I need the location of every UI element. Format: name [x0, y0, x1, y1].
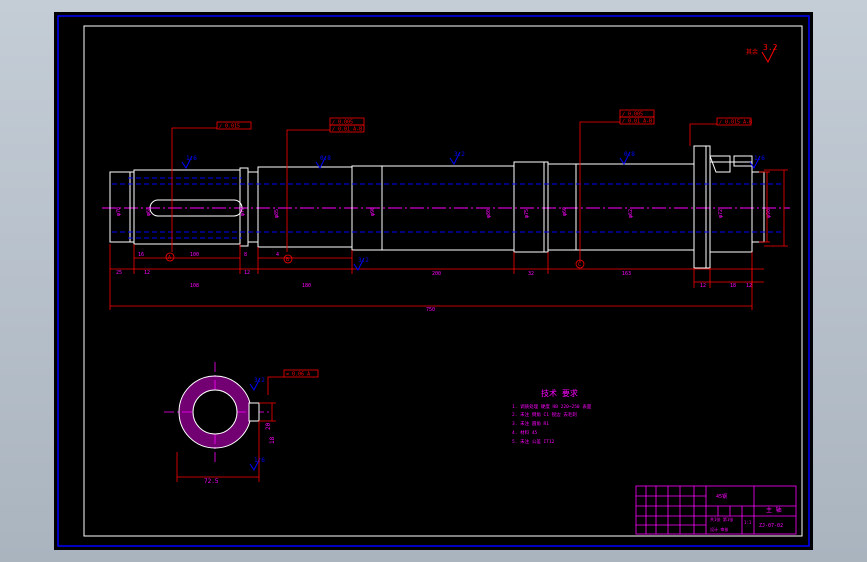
- datum-label: B: [286, 257, 289, 263]
- gdt-text: ∕ 0.015: [219, 124, 240, 130]
- diameter-label: φ62: [628, 209, 634, 218]
- gdt-text: = 0.06 A: [286, 372, 310, 378]
- diameter-label: φ60: [562, 207, 568, 216]
- keyway-depth-label: 18: [269, 436, 276, 444]
- diameter-label: φ90: [370, 207, 376, 216]
- roughness-value: 3.2: [358, 257, 369, 264]
- note-line: 5. 未注 公差 IT12: [512, 438, 555, 445]
- roughness-value: 3.2: [254, 377, 265, 384]
- note-line: 2. 未注 倒角 C1 锐边 去毛刺: [512, 411, 577, 418]
- dimension-text: 12: [746, 283, 752, 289]
- dimension-text: 18: [730, 283, 736, 289]
- diameter-label: φ80: [486, 209, 492, 218]
- title-material: 45钢: [716, 493, 727, 500]
- dimension-lines: [109, 169, 788, 310]
- diameter-label: φ68: [146, 207, 152, 216]
- dimension-text: 12: [700, 283, 706, 289]
- gdt-text: ∕ 0.005: [332, 120, 353, 126]
- finish-prefix: 其余: [746, 48, 758, 56]
- roughness-value: 0.8: [624, 151, 635, 158]
- gdt-frames: ∕ 0.015∕ 0.005∕ 0.01 A-B∕ 0.005∕ 0.01 A-…: [216, 109, 752, 378]
- note-line: 4. 材料 45: [512, 429, 538, 436]
- dimension-text: 12: [144, 270, 150, 276]
- sub-dimension-text: 4: [276, 252, 279, 258]
- notes-title: 技术 要求: [541, 388, 578, 398]
- title-part-name: 主 轴: [766, 506, 782, 514]
- sub-dimension-text: 8: [244, 252, 247, 258]
- dimension-text: 163: [622, 271, 631, 277]
- gdt-text: ∕ 0.005: [622, 112, 643, 118]
- cad-window: φ70 φ68 φ75 φ85 φ90 φ80 φ75 φ60 φ62 φ72 φ90: [0, 0, 867, 562]
- note-line: 3. 未注 圆角 R1: [512, 420, 549, 427]
- diameter-label: φ75: [524, 209, 530, 218]
- dimension-text: 12: [244, 270, 250, 276]
- sheet-frame: [57, 15, 810, 547]
- title-sheet: 共1张 第1张: [710, 516, 733, 522]
- diameter-label: φ85: [274, 209, 280, 218]
- roughness-value: 1.6: [754, 155, 765, 162]
- technical-notes: 技术 要求 1. 调质处理 硬度 HB 220~250 表面 2. 未注 倒角 …: [512, 388, 592, 445]
- overall-length-text: 750: [426, 307, 435, 313]
- title-scale: 1:1: [744, 520, 752, 525]
- dimension-text: 32: [528, 271, 534, 277]
- title-drawing-no: ZJ-07-02: [759, 523, 783, 529]
- gdt-text: ∕ 0.01 A-B: [332, 127, 362, 133]
- section-width-label: 72.5: [204, 478, 219, 485]
- sub-dimension-text: 16: [138, 252, 144, 258]
- datum-label: A: [168, 255, 171, 261]
- roughness-value: 1.6: [254, 457, 265, 464]
- title-sign: 设计 审核: [710, 526, 728, 532]
- shaft-drawing: φ70 φ68 φ75 φ85 φ90 φ80 φ75 φ60 φ62 φ72 φ90: [57, 15, 810, 547]
- note-line: 1. 调质处理 硬度 HB 220~250 表面: [512, 403, 592, 410]
- drawing-canvas[interactable]: φ70 φ68 φ75 φ85 φ90 φ80 φ75 φ60 φ62 φ72 φ90: [54, 12, 813, 550]
- gdt-text: ∕ 0.015 A-B: [719, 120, 752, 126]
- dimension-text: 108: [190, 283, 199, 289]
- datum-label: C: [578, 262, 581, 268]
- gdt-text: ∕ 0.01 A-B: [622, 119, 652, 125]
- diameter-label: φ70: [116, 207, 122, 216]
- diameter-label: φ72: [718, 209, 724, 218]
- roughness-value: 3.2: [454, 151, 465, 158]
- dimension-texts: 25 12 108 12 180 200 32 163 12 18 12 16 100 8 4 750: [116, 252, 752, 313]
- sub-dimension-text: 100: [190, 252, 199, 258]
- keyway-height-label: 20: [265, 422, 272, 430]
- dimension-text: 180: [302, 283, 311, 289]
- roughness-value: 0.8: [320, 155, 331, 162]
- roughness-value: 1.6: [186, 155, 197, 162]
- gdt-leaders: [171, 121, 717, 395]
- dimension-text: 25: [116, 270, 122, 276]
- diameter-label: φ75: [240, 207, 246, 216]
- datum-markers: A B C: [165, 252, 585, 269]
- dimension-text: 200: [432, 271, 441, 277]
- roughness-marks: 1.6 0.8 3.2 0.8 1.6 3.2 1.6 3.2: [181, 151, 765, 471]
- shaft-outline: [109, 145, 765, 269]
